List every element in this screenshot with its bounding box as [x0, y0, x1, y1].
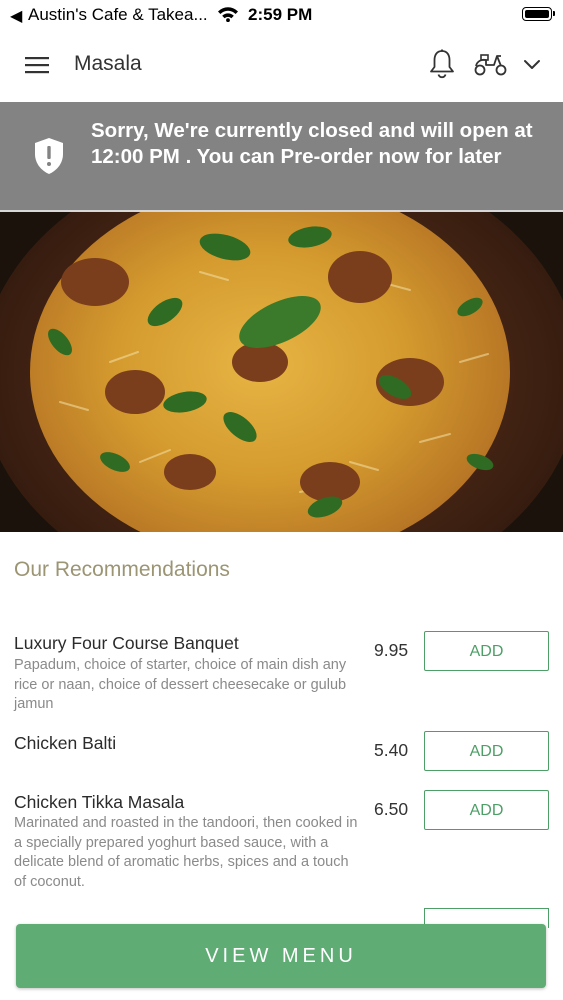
add-button[interactable]: ADD	[424, 631, 549, 671]
menu-item-price: 6.50	[374, 799, 409, 819]
back-to-app-icon[interactable]: ◀	[10, 6, 22, 25]
back-to-app-label[interactable]: Austin's Cafe & Takea...	[28, 5, 208, 25]
view-menu-button[interactable]: VIEW MENU	[16, 924, 546, 988]
app-header: Masala	[0, 30, 563, 102]
clock: 2:59 PM	[248, 5, 313, 24]
menu-item-name: Chicken Tikka Masala	[14, 792, 185, 812]
chevron-down-icon[interactable]	[522, 54, 542, 79]
closed-notice-banner: Sorry, We're currently closed and will o…	[0, 102, 563, 212]
closed-notice-text: Sorry, We're currently closed and will o…	[91, 119, 533, 168]
hero-food-image	[0, 212, 563, 532]
page-title: Masala	[74, 52, 142, 75]
menu-icon[interactable]	[22, 52, 52, 80]
shield-alert-icon	[33, 137, 65, 180]
section-title-recommendations: Our Recommendations	[14, 558, 230, 581]
menu-item-description: Marinated and roasted in the tandoori, t…	[14, 815, 358, 890]
battery-icon	[522, 7, 555, 21]
scooter-icon[interactable]	[473, 50, 509, 83]
menu-item-name: Chicken Balti	[14, 733, 117, 753]
bell-icon[interactable]	[427, 48, 457, 85]
wifi-icon	[217, 6, 239, 27]
add-button[interactable]: ADD	[424, 790, 549, 830]
add-button[interactable]: ADD	[424, 731, 549, 771]
menu-item-price: 9.95	[374, 640, 409, 660]
menu-item-description: Papadum, choice of starter, choice of ma…	[14, 657, 347, 712]
menu-item-price: 5.40	[374, 740, 409, 760]
menu-item-name: Luxury Four Course Banquet	[14, 633, 239, 653]
status-bar: ◀ Austin's Cafe & Takea... 2:59 PM	[0, 0, 563, 30]
